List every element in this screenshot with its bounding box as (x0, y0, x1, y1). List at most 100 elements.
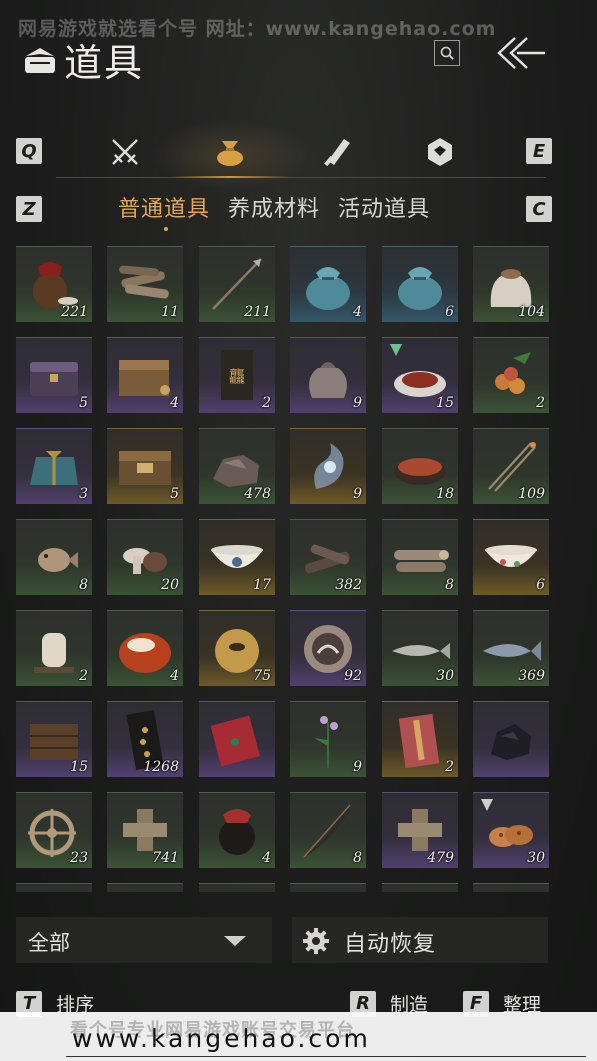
item-slot[interactable]: 3 (16, 428, 92, 504)
item-count: 221 (61, 304, 88, 320)
banner-rule (66, 1056, 586, 1057)
item-bag-icon (25, 47, 55, 73)
item-slot[interactable]: 109 (473, 428, 549, 504)
item-slot[interactable]: 1268 (107, 701, 183, 777)
item-slot[interactable]: 2 (473, 337, 549, 413)
item-count: 382 (335, 577, 362, 593)
item-slot-partial[interactable] (473, 883, 549, 892)
item-slot-partial[interactable] (107, 883, 183, 892)
item-count: 479 (427, 850, 454, 866)
weapons-icon (112, 139, 138, 165)
header: 道具 (22, 32, 144, 87)
item-count: 104 (518, 304, 545, 320)
item-slot[interactable]: 9 (290, 701, 366, 777)
item-slot[interactable]: 5 (16, 337, 92, 413)
item-bag-icon (217, 141, 243, 166)
item-slot[interactable]: 4 (107, 610, 183, 686)
item-slot[interactable]: 478 (199, 428, 275, 504)
item-slot-partial[interactable] (382, 883, 458, 892)
gem-icon (428, 138, 452, 166)
item-slot[interactable]: 92 (290, 610, 366, 686)
item-slot[interactable]: 15 (382, 337, 458, 413)
watermark-banner: 看个号专业网易游戏账号交易平台 www.kangehao.com (0, 1012, 597, 1061)
prev-tab-key[interactable]: Z (16, 196, 42, 222)
item-slot[interactable]: 8 (382, 519, 458, 595)
item-count: 5 (79, 395, 88, 411)
back-button[interactable] (493, 34, 547, 72)
item-count: 369 (518, 668, 545, 684)
category-scrolls[interactable] (320, 135, 354, 169)
category-weapons[interactable] (108, 135, 142, 169)
auto-recover-label: 自动恢复 (344, 932, 437, 957)
item-slot[interactable]: 23 (16, 792, 92, 868)
auto-recover-button[interactable]: 自动恢复 (292, 917, 548, 963)
next-tab-key[interactable]: C (526, 196, 552, 222)
item-slot[interactable]: 8 (16, 519, 92, 595)
item-count: 23 (70, 850, 88, 866)
item-slot[interactable]: 30 (382, 610, 458, 686)
item-slot[interactable]: 9 (290, 428, 366, 504)
item-count: 211 (244, 304, 271, 320)
tab-common-items[interactable]: 普通道具 (118, 191, 210, 231)
item-slot-partial[interactable] (290, 883, 366, 892)
item-slot[interactable]: 18 (382, 428, 458, 504)
item-slot[interactable]: 4 (290, 246, 366, 322)
item-slot[interactable]: 15 (16, 701, 92, 777)
item-slot[interactable]: 8 (290, 792, 366, 868)
item-slot[interactable]: 6 (473, 519, 549, 595)
item-slot[interactable]: 2 (16, 610, 92, 686)
prev-category-key[interactable]: Q (16, 138, 42, 164)
item-slot[interactable]: 4 (199, 792, 275, 868)
item-slot[interactable]: 30 (473, 792, 549, 868)
item-slot-partial[interactable] (16, 883, 92, 892)
item-slot[interactable]: 211 (199, 246, 275, 322)
item-slot[interactable]: 221 (16, 246, 92, 322)
item-slot[interactable]: 20 (107, 519, 183, 595)
item-count: 9 (353, 486, 362, 502)
item-slot[interactable]: 479 (382, 792, 458, 868)
item-count: 109 (518, 486, 545, 502)
item-count: 6 (445, 304, 454, 320)
tab-cultivation-materials[interactable]: 养成材料 (228, 191, 320, 223)
category-gems[interactable] (423, 135, 457, 169)
item-count: 9 (353, 395, 362, 411)
item-slot[interactable] (473, 701, 549, 777)
item-count: 30 (436, 668, 454, 684)
item-slot[interactable]: 11 (107, 246, 183, 322)
item-count: 8 (445, 577, 454, 593)
filter-dropdown[interactable]: 全部 (16, 917, 272, 963)
item-slot[interactable]: 741 (107, 792, 183, 868)
item-slot[interactable] (199, 701, 275, 777)
item-slot[interactable]: 17 (199, 519, 275, 595)
banner-url: www.kangehao.com (72, 1024, 371, 1053)
red-envelope-icon (210, 715, 261, 767)
item-slot[interactable]: 75 (199, 610, 275, 686)
item-slot[interactable]: 5 (107, 428, 183, 504)
item-count: 2 (536, 395, 545, 411)
item-count: 8 (353, 850, 362, 866)
item-count: 9 (353, 759, 362, 775)
item-count: 4 (170, 395, 179, 411)
search-button[interactable] (434, 40, 460, 66)
item-count: 741 (152, 850, 179, 866)
item-count: 15 (70, 759, 88, 775)
item-slot[interactable]: 369 (473, 610, 549, 686)
item-count: 2 (262, 395, 271, 411)
subtab-bar: 普通道具 养成材料 活动道具 (118, 191, 430, 231)
item-count: 3 (79, 486, 88, 502)
category-items[interactable] (213, 135, 247, 169)
item-slot[interactable]: 382 (290, 519, 366, 595)
item-slot[interactable]: 2 (382, 701, 458, 777)
item-count: 15 (436, 395, 454, 411)
item-slot[interactable]: 4 (107, 337, 183, 413)
item-slot[interactable]: 6 (382, 246, 458, 322)
item-count: 20 (161, 577, 179, 593)
next-category-key[interactable]: E (526, 138, 552, 164)
tab-event-items[interactable]: 活动道具 (338, 191, 430, 223)
item-slot[interactable]: 9 (290, 337, 366, 413)
item-slot[interactable]: 龘2 (199, 337, 275, 413)
item-slot-partial[interactable] (199, 883, 275, 892)
item-slot[interactable]: 104 (473, 246, 549, 322)
item-count: 30 (527, 850, 545, 866)
item-count: 17 (253, 577, 271, 593)
